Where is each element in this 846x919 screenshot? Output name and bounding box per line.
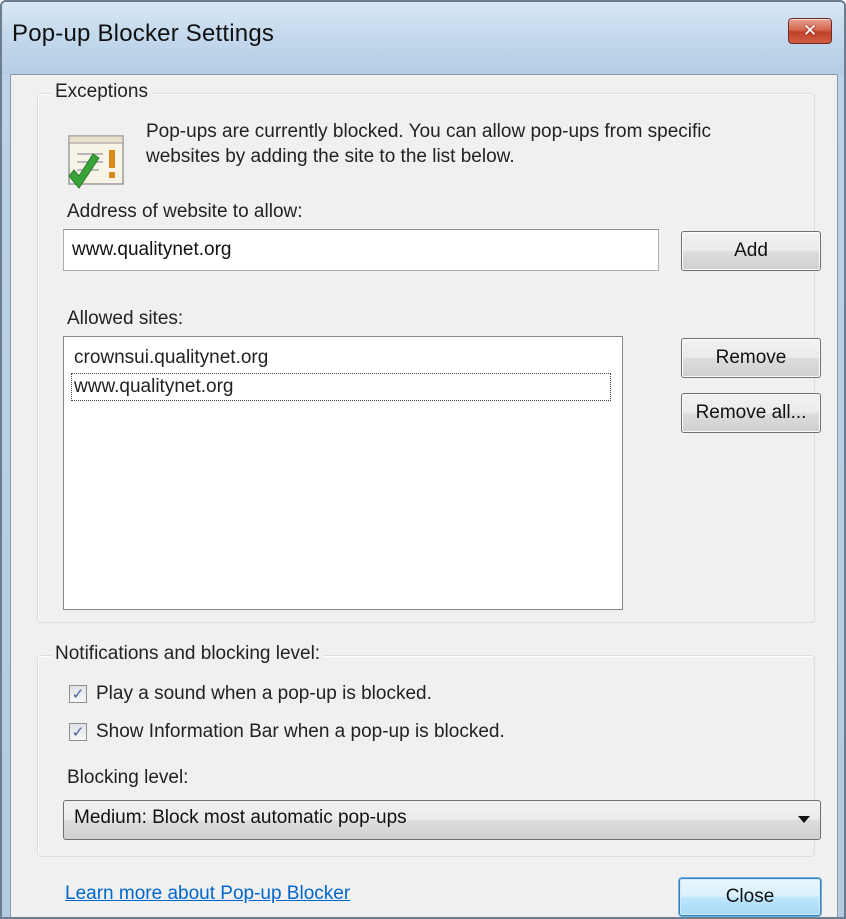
popup-blocker-settings-window: Pop-up Blocker Settings ✕ Exceptions Pop… (0, 0, 846, 919)
remove-all-button[interactable]: Remove all... (681, 393, 821, 433)
dropdown-arrow-icon (798, 816, 810, 823)
add-button[interactable]: Add (681, 231, 821, 271)
blocking-level-select[interactable]: Medium: Block most automatic pop-ups (63, 800, 821, 840)
remove-button[interactable]: Remove (681, 338, 821, 378)
allowed-sites-list[interactable]: crownsui.qualitynet.org www.qualitynet.o… (63, 336, 623, 610)
window-title: Pop-up Blocker Settings (12, 20, 275, 47)
play-sound-label[interactable]: Play a sound when a pop-up is blocked. (96, 683, 432, 705)
exceptions-info-text: Pop-ups are currently blocked. You can a… (146, 121, 712, 167)
close-button[interactable]: Close (679, 878, 821, 916)
popup-blocked-check-icon (68, 135, 124, 189)
notifications-legend: Notifications and blocking level: (51, 643, 325, 665)
list-item-qualitynet[interactable]: www.qualitynet.org (71, 373, 611, 401)
close-icon: ✕ (802, 21, 818, 41)
address-label: Address of website to allow: (67, 201, 303, 222)
learn-more-link[interactable]: Learn more about Pop-up Blocker (65, 883, 350, 905)
checkmark-icon: ✓ (71, 722, 85, 741)
list-item-crownsui[interactable]: crownsui.qualitynet.org (72, 345, 270, 371)
info-bar-checkbox[interactable]: ✓ (69, 723, 87, 741)
exceptions-legend: Exceptions (51, 81, 152, 103)
checkmark-icon: ✓ (71, 684, 85, 703)
blocking-level-label: Blocking level: (67, 767, 189, 788)
play-sound-checkbox[interactable]: ✓ (69, 685, 87, 703)
allowed-sites-label: Allowed sites: (67, 308, 184, 329)
title-bar[interactable]: Pop-up Blocker Settings ✕ (2, 2, 844, 74)
blocking-level-value: Medium: Block most automatic pop-ups (74, 807, 407, 828)
window-close-button[interactable]: ✕ (788, 18, 832, 44)
address-input[interactable] (63, 229, 659, 271)
info-bar-label[interactable]: Show Information Bar when a pop-up is bl… (96, 721, 505, 743)
dialog-client-area: Exceptions Pop-ups are currently blocked… (10, 74, 838, 917)
